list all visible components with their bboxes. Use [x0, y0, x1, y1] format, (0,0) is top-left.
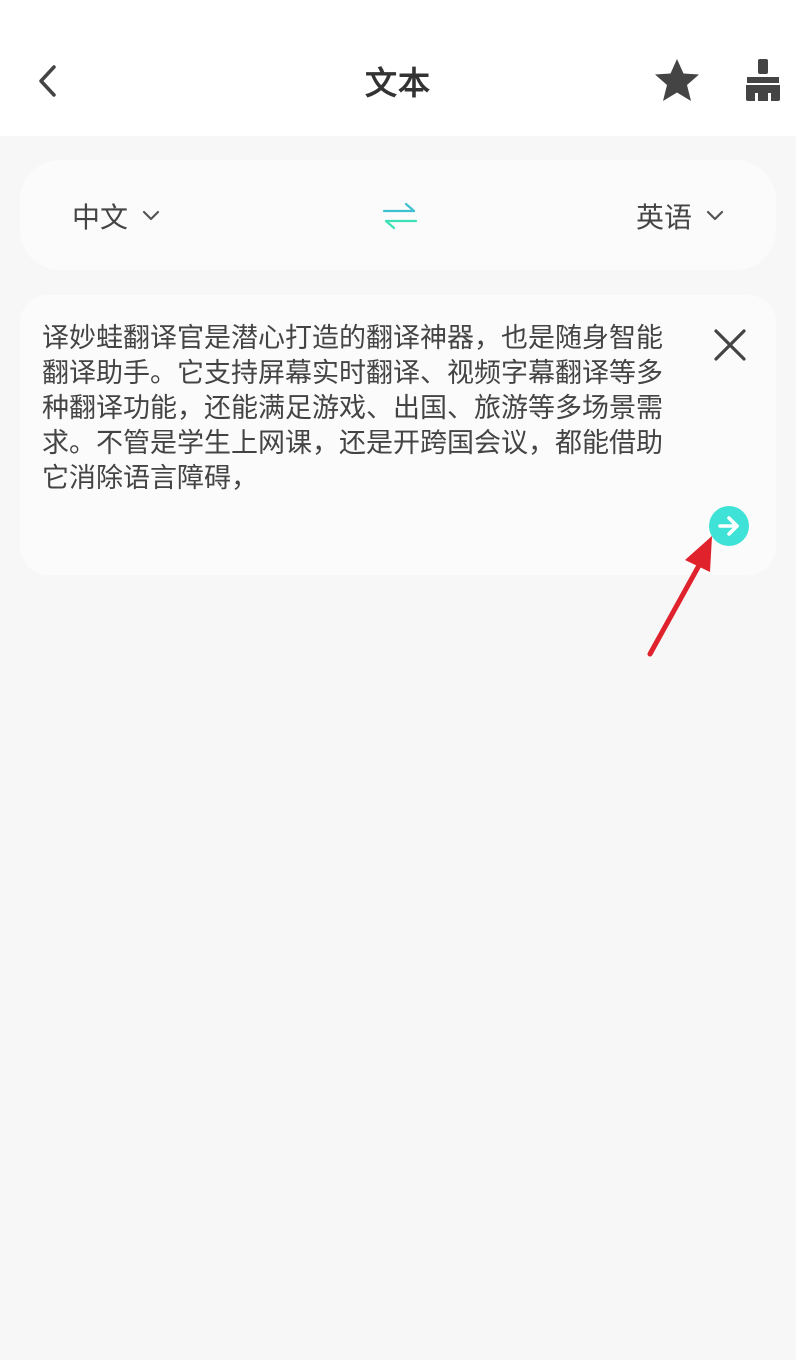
- swap-arrows-icon: [382, 202, 418, 230]
- arrow-right-circle-icon: [718, 516, 739, 536]
- star-icon: [655, 59, 699, 101]
- favorite-button[interactable]: [652, 56, 702, 106]
- clear-text-button[interactable]: [710, 325, 750, 365]
- swap-languages-button[interactable]: [378, 196, 422, 236]
- target-language-label: 英语: [635, 201, 692, 234]
- close-icon: [714, 329, 746, 361]
- clean-button[interactable]: [738, 56, 788, 106]
- chevron-down-icon: [142, 210, 160, 221]
- translation-input-card: 译妙蛙翻译官是潜心打造的翻译神器，也是随身智能翻译助手。它支持屏幕实时翻译、视频…: [20, 295, 776, 575]
- target-language-dropdown[interactable]: 英语: [636, 196, 724, 236]
- chevron-down-icon: [706, 210, 724, 221]
- source-language-dropdown[interactable]: 中文: [72, 196, 160, 236]
- language-selector-bar: 中文 英语: [20, 160, 776, 270]
- top-bar: 文本: [0, 0, 796, 136]
- source-text-input[interactable]: 译妙蛙翻译官是潜心打造的翻译神器，也是随身智能翻译助手。它支持屏幕实时翻译、视频…: [42, 321, 682, 496]
- source-language-label: 中文: [72, 201, 129, 234]
- translate-button[interactable]: [709, 506, 749, 546]
- brush-icon: [746, 59, 780, 101]
